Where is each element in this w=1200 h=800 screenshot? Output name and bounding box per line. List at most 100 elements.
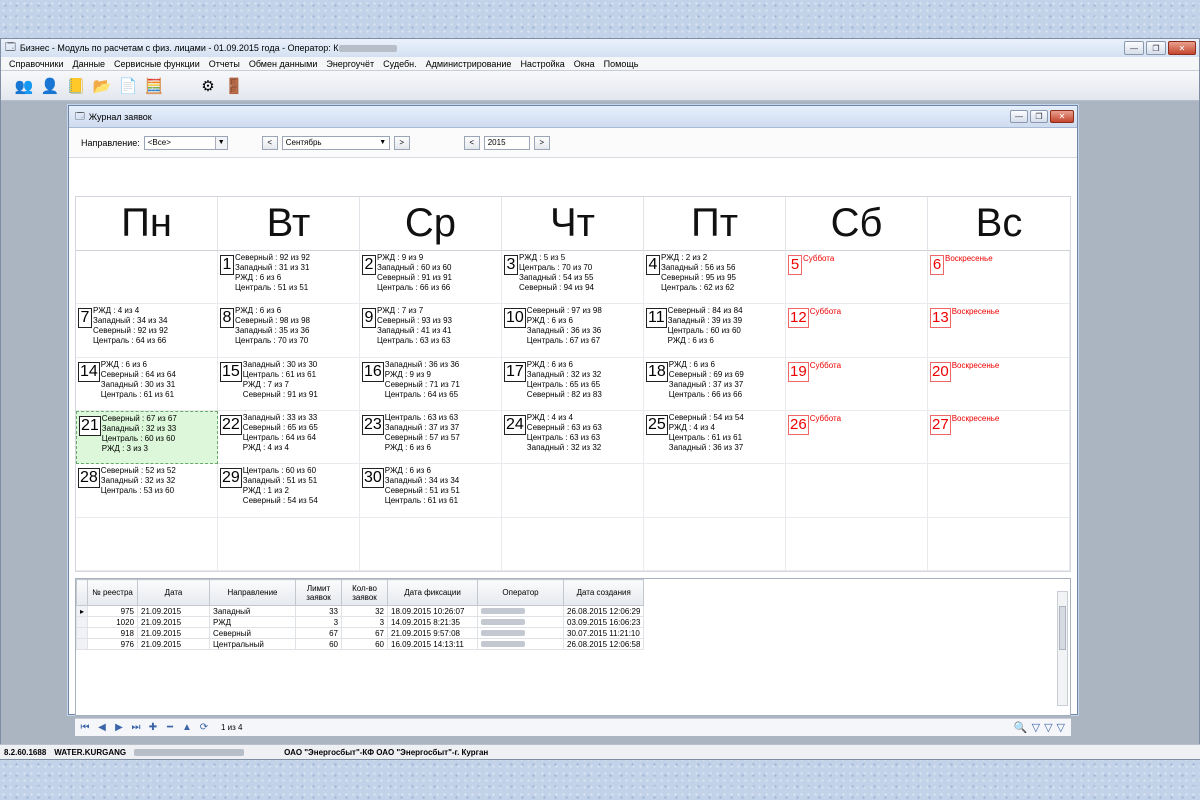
calendar-day-cell[interactable] [502, 464, 644, 518]
document-icon[interactable]: 📄 [117, 75, 139, 97]
year-next-button[interactable]: > [533, 135, 550, 150]
column-header[interactable]: Дата создания [563, 579, 645, 606]
search-icon[interactable]: 🔍 [1014, 721, 1028, 734]
table-row[interactable]: ▸ 975 21.09.2015 Западный 33 32 18.09.2015 10:… [75, 605, 645, 617]
calendar-day-cell[interactable]: 14 РЖД : 6 из 6 Северный : 64 из 64 Западны… [76, 357, 218, 411]
month-next-button[interactable]: > [393, 135, 410, 150]
folder-icon[interactable]: 📂 [91, 75, 113, 97]
delete-record-icon[interactable]: ━ [164, 722, 176, 733]
calendar-day-cell[interactable]: 20 Воскресенье [928, 357, 1070, 411]
gear-icon[interactable]: ⚙ [197, 75, 219, 97]
calendar-day-cell[interactable] [360, 517, 502, 571]
calendar-day-cell[interactable]: 28 Северный : 52 из 52 Западный : 32 из 32… [76, 464, 218, 518]
calendar-day-cell[interactable]: 9 РЖД : 7 из 7 Северный : 93 из 93 Западный… [360, 304, 502, 358]
table-row[interactable]: 976 21.09.2015 Центральный 60 60 16.09.2015 1… [75, 638, 645, 650]
journal-close-button[interactable]: ✕ [1050, 110, 1074, 123]
calendar-day-cell[interactable]: 3 РЖД : 5 из 5 Централь : 70 из 70 Западный… [502, 251, 644, 305]
calendar-day-cell[interactable]: 23 Централь : 63 из 63 Западный : 37 из 37… [360, 410, 502, 465]
year-prev-button[interactable]: < [463, 135, 480, 150]
calendar-day-cell[interactable]: 17 РЖД : 6 из 6 Западный : 32 из 32 Централ… [502, 357, 644, 411]
calendar-day-cell[interactable]: 15 Западный : 30 из 30 Централь : 61 из 61… [218, 357, 360, 411]
column-header[interactable]: Оператор [477, 579, 565, 606]
calendar-day-cell[interactable]: 25 Северный : 54 из 54 РЖД : 4 из 4 Централ… [644, 410, 786, 465]
column-header[interactable]: Лимит заявок [295, 579, 343, 606]
exit-icon[interactable]: 🚪 [223, 75, 245, 97]
last-record-icon[interactable]: ⏭ [130, 722, 142, 733]
journal-minimize-button[interactable]: — [1010, 110, 1028, 123]
calendar-day-cell[interactable]: 7 РЖД : 4 из 4 Западный : 34 из 34 Северный… [76, 304, 218, 358]
book-icon[interactable]: 📒 [65, 75, 87, 97]
menu-item-5[interactable]: Энергоучёт [326, 59, 374, 69]
filter-add-icon[interactable]: ▽ [1044, 721, 1052, 734]
table-row[interactable]: 918 21.09.2015 Северный 67 67 21.09.2015 9:57… [75, 627, 645, 639]
menu-item-10[interactable]: Помощь [604, 59, 639, 69]
column-header[interactable]: Дата фиксации [387, 579, 479, 606]
filter-clear-icon[interactable]: ▽ [1057, 721, 1065, 734]
calendar-day-cell[interactable]: 21 Северный : 67 из 67 Западный : 32 из 33… [76, 410, 218, 465]
calendar-day-cell[interactable]: 26 Суббота [786, 410, 928, 465]
menu-item-4[interactable]: Обмен данными [249, 59, 318, 69]
menu-item-0[interactable]: Справочники [9, 59, 64, 69]
calendar-day-cell[interactable]: 11 Северный : 84 из 84 Западный : 39 из 39… [644, 304, 786, 358]
calendar-day-cell[interactable]: 22 Западный : 33 из 33 Северный : 65 из 65… [218, 410, 360, 465]
calendar-day-cell[interactable]: 30 РЖД : 6 из 6 Западный : 34 из 34 Северны… [360, 464, 502, 518]
calendar-day-cell[interactable]: 24 РЖД : 4 из 4 Северный : 63 из 63 Централ… [502, 410, 644, 465]
journal-restore-button[interactable]: ❐ [1030, 110, 1048, 123]
column-header[interactable]: Дата [137, 579, 211, 606]
calendar-day-cell[interactable]: 2 РЖД : 9 из 9 Западный : 60 из 60 Северный… [360, 251, 502, 305]
column-header[interactable]: Направление [209, 579, 297, 606]
calendar-day-cell[interactable] [644, 464, 786, 518]
calendar-day-cell[interactable]: 6 Воскресенье [928, 251, 1070, 305]
restore-button[interactable]: ❐ [1146, 41, 1166, 55]
calendar-day-cell[interactable] [928, 517, 1070, 571]
month-select[interactable]: Сентябрь ▼ [281, 135, 390, 150]
row-indicator[interactable]: ▸ [75, 605, 89, 617]
calendar-day-cell[interactable] [218, 517, 360, 571]
chevron-down-icon[interactable]: ▼ [377, 137, 389, 149]
menu-item-9[interactable]: Окна [574, 59, 595, 69]
year-input[interactable]: 2015 [483, 135, 530, 150]
calendar-day-cell[interactable] [786, 517, 928, 571]
calendar-day-cell[interactable]: 5 Суббота [786, 251, 928, 305]
menu-item-2[interactable]: Сервисные функции [114, 59, 200, 69]
users-icon[interactable]: 👥 [13, 75, 35, 97]
calendar-day-cell[interactable]: 27 Воскресенье [928, 410, 1070, 465]
calendar-day-cell[interactable] [502, 517, 644, 571]
direction-select[interactable]: <Все> ▼ [143, 135, 228, 150]
calendar-day-cell[interactable] [76, 251, 218, 305]
calendar-day-cell[interactable]: 29 Централь : 60 из 60 Западный : 51 из 51… [218, 464, 360, 518]
post-record-icon[interactable]: ▲ [181, 722, 193, 733]
month-prev-button[interactable]: < [261, 135, 278, 150]
menu-item-1[interactable]: Данные [73, 59, 106, 69]
calendar-day-cell[interactable]: 12 Суббота [786, 304, 928, 358]
menu-item-8[interactable]: Настройка [520, 59, 564, 69]
menu-item-6[interactable]: Судебн. [383, 59, 416, 69]
minimize-button[interactable]: — [1124, 41, 1144, 55]
menu-item-3[interactable]: Отчеты [209, 59, 240, 69]
calendar-day-cell[interactable]: 13 Воскресенье [928, 304, 1070, 358]
calculator-icon[interactable]: 🧮 [143, 75, 165, 97]
filter-icon[interactable]: ▽ [1032, 721, 1040, 734]
add-record-icon[interactable]: ✚ [147, 722, 159, 733]
table-row[interactable]: 1020 21.09.2015 РЖД 3 3 14.09.2015 8:21:35 03.… [75, 616, 645, 628]
close-button[interactable]: ✕ [1168, 41, 1196, 55]
menu-item-7[interactable]: Администрирование [426, 59, 512, 69]
calendar-day-cell[interactable]: 4 РЖД : 2 из 2 Западный : 56 из 56 Северный… [644, 251, 786, 305]
refresh-icon[interactable]: ⟳ [198, 722, 210, 733]
calendar-day-cell[interactable]: 10 Северный : 97 из 98 РЖД : 6 из 6 Западны… [502, 304, 644, 358]
calendar-day-cell[interactable]: 16 Западный : 36 из 36 РЖД : 9 из 9 Северны… [360, 357, 502, 411]
row-indicator[interactable] [75, 616, 89, 628]
next-record-icon[interactable]: ▶ [113, 722, 125, 733]
row-indicator[interactable] [75, 638, 89, 650]
calendar-day-cell[interactable]: 8 РЖД : 6 из 6 Северный : 98 из 98 Западный… [218, 304, 360, 358]
calendar-day-cell[interactable] [928, 464, 1070, 518]
column-header[interactable]: Кол-во заявок [341, 579, 389, 606]
chevron-down-icon[interactable]: ▼ [214, 136, 227, 149]
calendar-day-cell[interactable] [786, 464, 928, 518]
row-indicator[interactable] [75, 627, 89, 639]
vertical-scrollbar[interactable] [1057, 591, 1068, 706]
calendar-day-cell[interactable] [76, 517, 218, 571]
calendar-day-cell[interactable]: 19 Суббота [786, 357, 928, 411]
column-header[interactable]: № реестра [87, 579, 139, 606]
calendar-day-cell[interactable]: 18 РЖД : 6 из 6 Северный : 69 из 69 Западны… [644, 357, 786, 411]
